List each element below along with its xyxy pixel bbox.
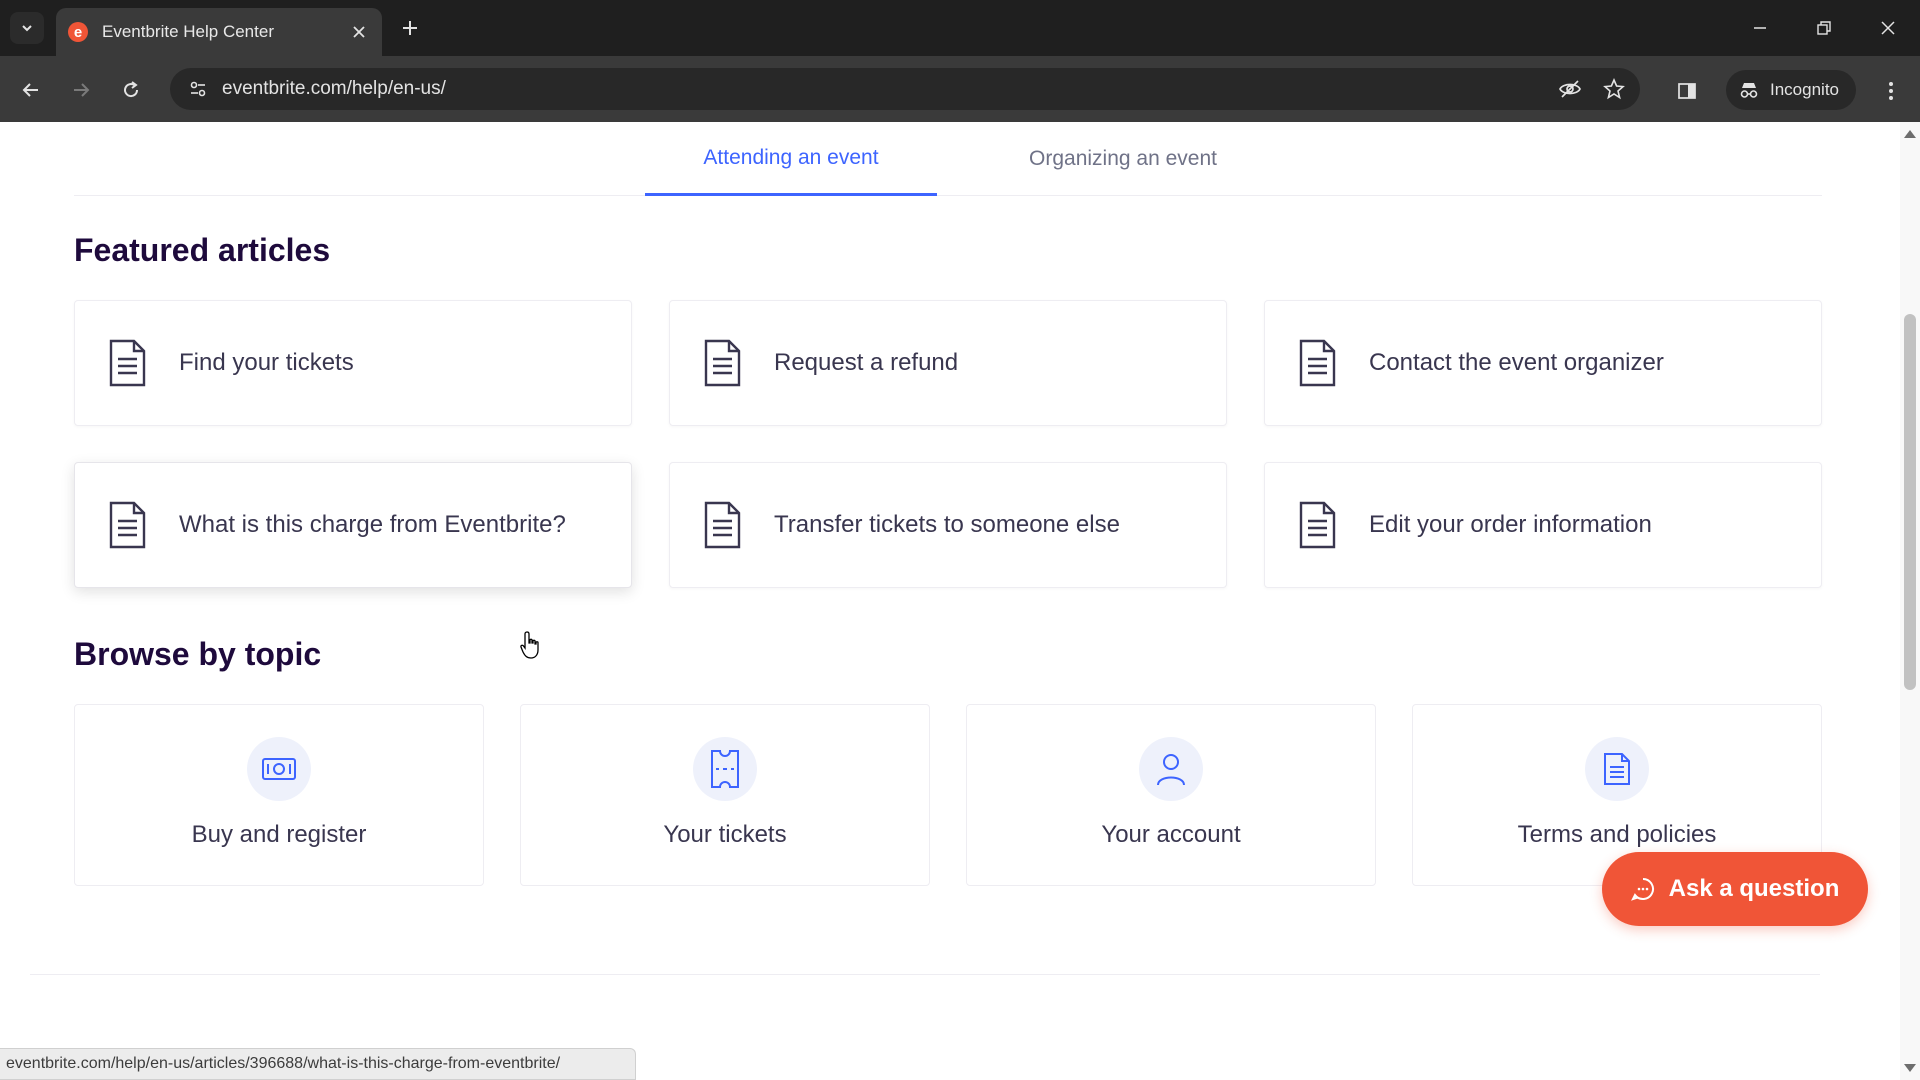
chat-icon bbox=[1630, 878, 1654, 901]
ask-a-question-label: Ask a question bbox=[1668, 875, 1840, 902]
article-card-edit-your-order-information[interactable]: Edit your order information bbox=[1264, 462, 1822, 588]
topic-label: Buy and register bbox=[191, 821, 367, 848]
back-button[interactable] bbox=[14, 73, 48, 107]
close-icon bbox=[353, 26, 365, 38]
scroll-up-arrow-icon[interactable] bbox=[1904, 130, 1916, 138]
reload-icon bbox=[124, 81, 139, 98]
document-icon bbox=[700, 500, 744, 550]
topic-label: Your tickets bbox=[663, 821, 787, 848]
document-icon bbox=[700, 338, 744, 388]
document-icon bbox=[105, 338, 149, 388]
topic-card-your-account[interactable]: Your account bbox=[966, 704, 1376, 886]
page-content: Attending an event Organizing an event F… bbox=[0, 122, 1900, 1080]
reload-button[interactable] bbox=[114, 73, 148, 107]
arrow-left-icon bbox=[22, 83, 38, 97]
ask-a-question-button[interactable]: Ask a question bbox=[1602, 852, 1868, 926]
document-icon bbox=[1585, 737, 1649, 801]
mouse-cursor-icon bbox=[520, 631, 539, 659]
arrow-right-icon bbox=[74, 83, 90, 97]
eventbrite-favicon-icon: e bbox=[68, 22, 88, 42]
article-label: Request a refund bbox=[774, 349, 959, 376]
audience-tabs: Attending an event Organizing an event bbox=[74, 122, 1822, 196]
tune-icon bbox=[190, 81, 206, 97]
browse-by-topic-heading: Browse by topic bbox=[74, 636, 322, 672]
scrollbar-thumb[interactable] bbox=[1904, 314, 1916, 690]
tracking-protection-button[interactable] bbox=[1552, 71, 1588, 107]
section-divider bbox=[30, 974, 1820, 975]
chevron-down-icon bbox=[22, 25, 32, 32]
close-window-button[interactable] bbox=[1868, 10, 1908, 46]
tab-close-button[interactable] bbox=[348, 21, 370, 43]
star-icon bbox=[1603, 78, 1625, 100]
tab-search-button[interactable] bbox=[10, 12, 44, 44]
scroll-down-arrow-icon[interactable] bbox=[1904, 1064, 1916, 1072]
bookmark-button[interactable] bbox=[1596, 71, 1632, 107]
side-panel-icon bbox=[1678, 83, 1696, 99]
topic-card-your-tickets[interactable]: Your tickets bbox=[520, 704, 930, 886]
user-icon bbox=[1139, 737, 1203, 801]
minimize-icon bbox=[1754, 27, 1766, 29]
link-status-bar: eventbrite.com/help/en-us/articles/39668… bbox=[0, 1048, 636, 1080]
side-panel-button[interactable] bbox=[1670, 74, 1704, 108]
article-card-request-a-refund[interactable]: Request a refund bbox=[669, 300, 1227, 426]
topic-label: Terms and policies bbox=[1517, 821, 1717, 848]
close-icon bbox=[1881, 21, 1895, 35]
incognito-indicator[interactable]: Incognito bbox=[1726, 70, 1856, 110]
document-icon bbox=[105, 500, 149, 550]
incognito-label: Incognito bbox=[1770, 80, 1839, 99]
minimize-button[interactable] bbox=[1740, 10, 1780, 46]
article-card-find-your-tickets[interactable]: Find your tickets bbox=[74, 300, 632, 426]
article-card-what-is-this-charge[interactable]: What is this charge from Eventbrite? bbox=[74, 462, 632, 588]
tab-title: Eventbrite Help Center bbox=[102, 22, 274, 41]
more-vertical-icon bbox=[1889, 82, 1893, 100]
tab-organizing-an-event[interactable]: Organizing an event bbox=[984, 122, 1262, 196]
restore-icon bbox=[1817, 21, 1831, 35]
site-info-button[interactable] bbox=[184, 75, 212, 103]
address-bar[interactable]: eventbrite.com/help/en-us/ bbox=[170, 68, 1640, 110]
url-text[interactable]: eventbrite.com/help/en-us/ bbox=[222, 78, 1552, 100]
topic-card-buy-and-register[interactable]: Buy and register bbox=[74, 704, 484, 886]
document-icon bbox=[1295, 500, 1339, 550]
article-card-transfer-tickets[interactable]: Transfer tickets to someone else bbox=[669, 462, 1227, 588]
page-scrollbar[interactable] bbox=[1900, 122, 1920, 1080]
browser-menu-button[interactable] bbox=[1874, 74, 1908, 108]
plus-icon bbox=[403, 21, 417, 35]
restore-button[interactable] bbox=[1804, 10, 1844, 46]
featured-articles-heading: Featured articles bbox=[74, 232, 331, 268]
article-card-contact-the-event-organizer[interactable]: Contact the event organizer bbox=[1264, 300, 1822, 426]
new-tab-button[interactable] bbox=[396, 14, 424, 42]
eye-off-icon bbox=[1559, 80, 1581, 98]
document-icon bbox=[1295, 338, 1339, 388]
article-label: Find your tickets bbox=[179, 349, 354, 376]
incognito-icon bbox=[1740, 83, 1758, 98]
forward-button[interactable] bbox=[64, 73, 98, 107]
browser-titlebar: e Eventbrite Help Center bbox=[0, 0, 1920, 56]
article-label: What is this charge from Eventbrite? bbox=[179, 511, 566, 538]
article-label: Contact the event organizer bbox=[1369, 349, 1664, 376]
topic-label: Your account bbox=[1101, 821, 1241, 848]
article-label: Edit your order information bbox=[1369, 511, 1652, 538]
tab-attending-an-event[interactable]: Attending an event bbox=[645, 122, 937, 196]
browser-tab[interactable]: e Eventbrite Help Center bbox=[56, 8, 382, 56]
ticket-icon bbox=[693, 737, 757, 801]
article-label: Transfer tickets to someone else bbox=[774, 511, 1120, 538]
ticket-cash-icon bbox=[247, 737, 311, 801]
